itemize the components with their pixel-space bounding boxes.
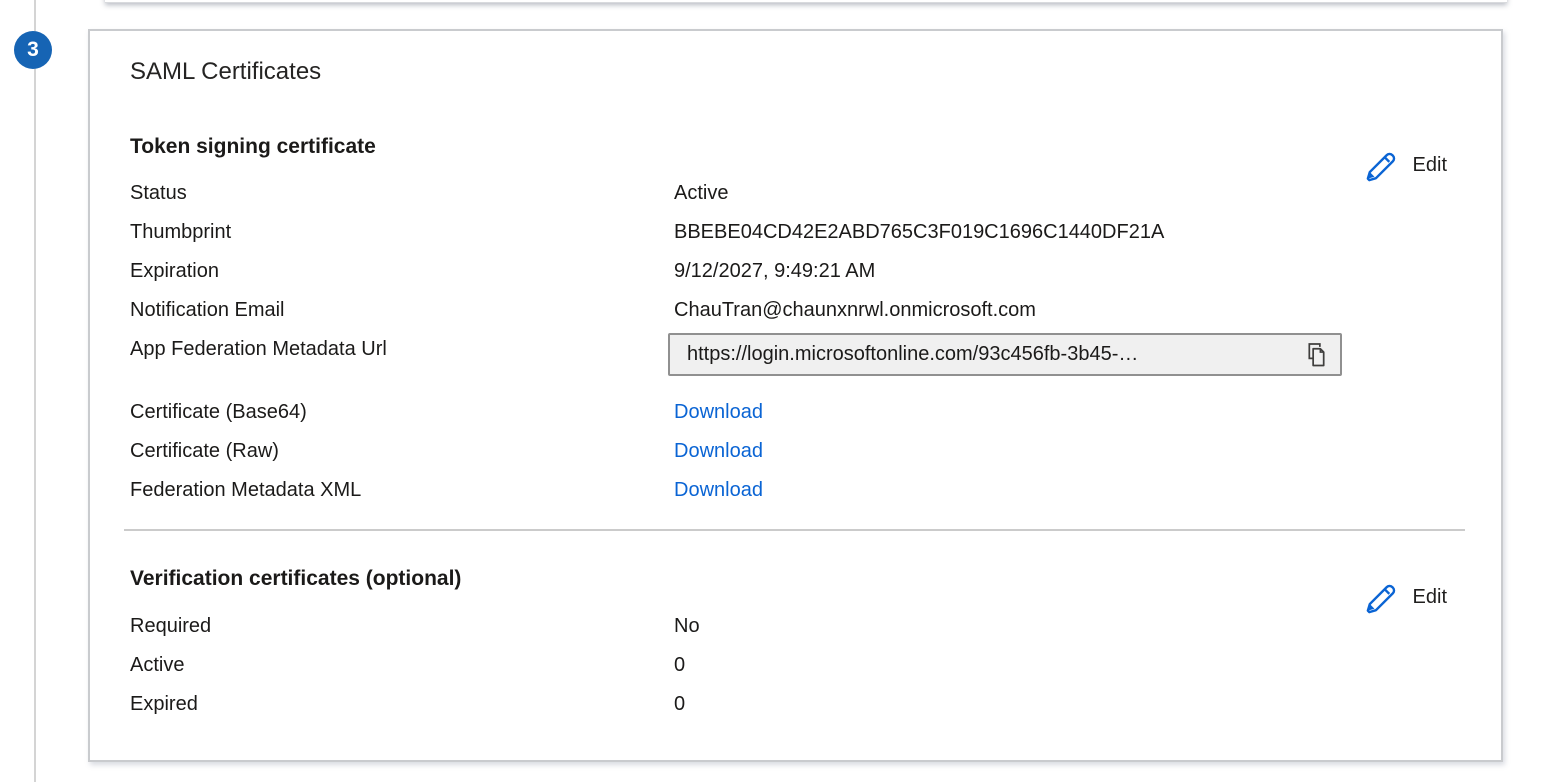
card-title: SAML Certificates <box>130 58 321 86</box>
property-label: Thumbprint <box>130 219 674 246</box>
property-label: Expiration <box>130 258 674 285</box>
download-certificate-raw-link[interactable]: Download <box>674 438 763 465</box>
property-label: Certificate (Raw) <box>130 438 674 465</box>
property-row-status: Status Active <box>130 180 1460 219</box>
spacer <box>130 387 1460 399</box>
property-row-federation-metadata-xml: Federation Metadata XML Download <box>130 477 1460 516</box>
property-label: Active <box>130 652 674 679</box>
property-value: BBEBE04CD42E2ABD765C3F019C1696C1440DF21A <box>674 219 1164 246</box>
property-row-certificate-base64: Certificate (Base64) Download <box>130 399 1460 438</box>
property-row-required: Required No <box>130 613 1460 652</box>
property-label: Expired <box>130 691 674 718</box>
edit-token-certificate-button[interactable]: Edit <box>1362 147 1447 183</box>
previous-card-edge <box>105 0 1507 3</box>
verification-certificate-properties: Required No Active 0 Expired 0 <box>130 613 1460 730</box>
copy-icon <box>1305 341 1328 368</box>
edit-button-label: Edit <box>1413 154 1447 177</box>
saml-certificates-card: SAML Certificates Token signing certific… <box>88 29 1503 762</box>
app-federation-metadata-url-field[interactable]: https://login.microsoftonline.com/93c456… <box>668 333 1342 376</box>
pencil-icon <box>1362 147 1398 183</box>
property-row-active: Active 0 <box>130 652 1460 691</box>
property-row-expired: Expired 0 <box>130 691 1460 730</box>
pencil-icon <box>1362 579 1398 615</box>
step-number: 3 <box>27 38 39 62</box>
property-value: 0 <box>674 691 685 718</box>
copy-url-button[interactable] <box>1305 341 1328 368</box>
edit-verification-certificates-button[interactable]: Edit <box>1362 579 1447 615</box>
property-label: Status <box>130 180 674 207</box>
property-value: ChauTran@chaunxnrwl.onmicrosoft.com <box>674 297 1036 324</box>
metadata-url-value: https://login.microsoftonline.com/93c456… <box>687 341 1295 368</box>
edit-button-label: Edit <box>1413 586 1447 609</box>
property-row-certificate-raw: Certificate (Raw) Download <box>130 438 1460 477</box>
download-federation-metadata-xml-link[interactable]: Download <box>674 477 763 504</box>
token-certificate-properties: Status Active Thumbprint BBEBE04CD42E2AB… <box>130 180 1460 516</box>
step-connector-line <box>34 0 36 782</box>
download-certificate-base64-link[interactable]: Download <box>674 399 763 426</box>
property-row-metadata-url: App Federation Metadata Url https://logi… <box>130 336 1460 387</box>
property-label: Required <box>130 613 674 640</box>
verification-certificates-heading: Verification certificates (optional) <box>130 567 461 591</box>
step-number-badge: 3 <box>14 31 52 69</box>
property-label: Certificate (Base64) <box>130 399 674 426</box>
property-value: 9/12/2027, 9:49:21 AM <box>674 258 875 285</box>
section-divider <box>124 529 1465 531</box>
property-value: Active <box>674 180 728 207</box>
property-label: Federation Metadata XML <box>130 477 674 504</box>
property-label: App Federation Metadata Url <box>130 336 674 363</box>
property-row-notification-email: Notification Email ChauTran@chaunxnrwl.o… <box>130 297 1460 336</box>
property-row-thumbprint: Thumbprint BBEBE04CD42E2ABD765C3F019C169… <box>130 219 1460 258</box>
token-signing-certificate-heading: Token signing certificate <box>130 135 376 159</box>
property-value: No <box>674 613 700 640</box>
property-row-expiration: Expiration 9/12/2027, 9:49:21 AM <box>130 258 1460 297</box>
property-label: Notification Email <box>130 297 674 324</box>
property-value: 0 <box>674 652 685 679</box>
